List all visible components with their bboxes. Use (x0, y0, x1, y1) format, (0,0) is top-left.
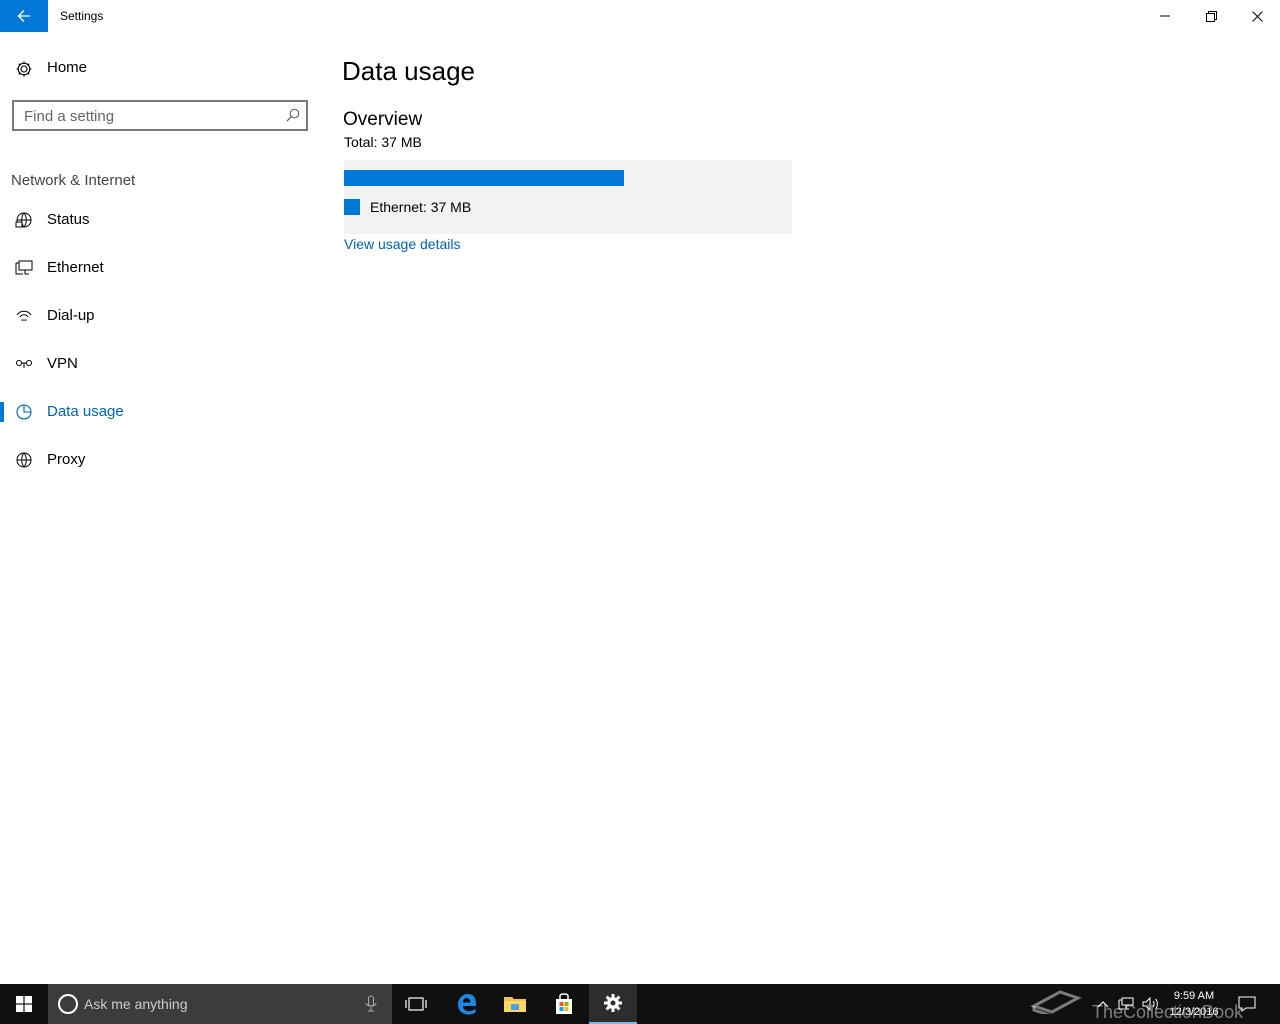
sidebar-item-label: VPN (47, 355, 78, 372)
sidebar-item-ethernet[interactable]: Ethernet (0, 248, 320, 288)
microphone-icon[interactable] (364, 995, 378, 1013)
data-usage-icon (16, 404, 32, 420)
maximize-button[interactable] (1188, 0, 1234, 32)
usage-bar-track (344, 170, 624, 186)
book-logo-icon (1030, 990, 1082, 1014)
cortana-search-box[interactable]: Ask me anything (48, 984, 392, 1024)
back-arrow-icon (17, 10, 30, 22)
sidebar-item-status[interactable]: Status (0, 200, 320, 240)
page-title: Data usage (342, 56, 475, 86)
window-title: Settings (60, 9, 104, 23)
minimize-button[interactable] (1142, 0, 1188, 32)
sidebar-item-label: Data usage (47, 403, 124, 420)
home-nav-item[interactable]: Home (0, 52, 320, 84)
edge-button[interactable] (443, 984, 491, 1024)
minimize-icon (1160, 15, 1170, 17)
search-box[interactable] (12, 100, 308, 131)
sidebar-item-label: Dial-up (47, 307, 95, 324)
sidebar: Home Network & Internet Status Ethernet … (0, 32, 320, 984)
sidebar-item-data-usage[interactable]: Data usage (0, 392, 320, 432)
windows-logo-icon (16, 996, 32, 1012)
settings-icon (604, 994, 622, 1012)
task-view-icon (405, 997, 427, 1011)
usage-bar-ethernet (344, 170, 624, 186)
active-indicator (0, 402, 4, 422)
start-button[interactable] (0, 984, 48, 1024)
sidebar-item-label: Proxy (47, 451, 86, 468)
watermark: TheCollectionBook (1030, 990, 1280, 1024)
close-button[interactable] (1234, 0, 1280, 32)
file-explorer-icon (504, 997, 526, 1012)
total-usage-text: Total: 37 MB (344, 134, 422, 150)
store-button[interactable] (540, 984, 588, 1024)
cortana-icon (58, 994, 78, 1014)
proxy-icon (16, 452, 32, 468)
sidebar-item-label: Status (47, 211, 90, 228)
gear-icon (16, 61, 32, 77)
ethernet-icon (15, 260, 33, 275)
legend-label-ethernet: Ethernet: 37 MB (370, 199, 472, 215)
dial-up-icon (16, 310, 32, 321)
home-label: Home (47, 59, 88, 76)
usage-chart: Ethernet: 37 MB (344, 160, 792, 234)
back-button[interactable] (0, 0, 48, 32)
sidebar-item-vpn[interactable]: VPN (0, 344, 320, 384)
edge-icon (458, 994, 477, 1015)
title-bar: Settings (0, 0, 1280, 32)
watermark-text: TheCollectionBook (1092, 1002, 1244, 1022)
search-input[interactable] (24, 106, 274, 126)
sidebar-item-proxy[interactable]: Proxy (0, 440, 320, 480)
vpn-icon (16, 360, 32, 368)
file-explorer-button[interactable] (491, 984, 539, 1024)
overview-heading: Overview (343, 109, 423, 130)
close-icon (1251, 10, 1263, 22)
status-icon (15, 212, 32, 228)
store-icon (556, 993, 572, 1014)
restore-icon (1205, 10, 1217, 22)
settings-taskbar-button[interactable] (589, 984, 637, 1024)
view-usage-details-link[interactable]: View usage details (344, 236, 460, 252)
section-header: Network & Internet (11, 172, 136, 189)
search-icon[interactable] (286, 108, 300, 122)
sidebar-item-label: Ethernet (47, 259, 104, 276)
cortana-search-placeholder: Ask me anything (84, 996, 188, 1012)
sidebar-item-dial-up[interactable]: Dial-up (0, 296, 320, 336)
legend-swatch-ethernet (344, 199, 360, 215)
task-view-button[interactable] (392, 984, 440, 1024)
